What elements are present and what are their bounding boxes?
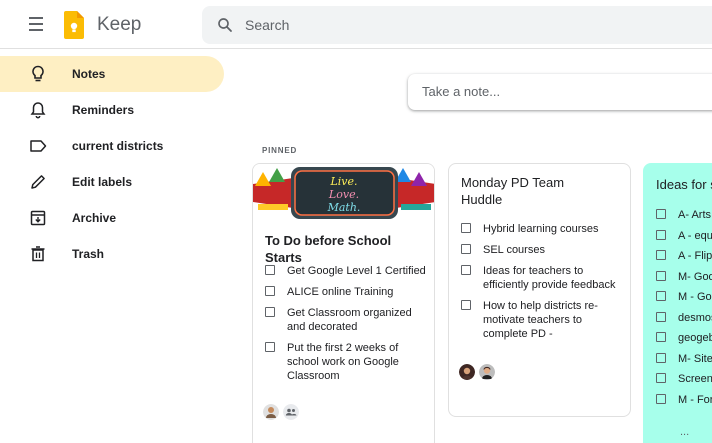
list-item: A - equ	[656, 229, 712, 243]
sidebar-item-trash[interactable]: Trash	[0, 236, 224, 272]
list-item: M - For	[656, 393, 712, 407]
note-title: To Do before School Starts	[265, 233, 392, 265]
search-input[interactable]	[245, 15, 685, 35]
checkbox[interactable]	[656, 270, 666, 281]
keep-logo-icon[interactable]	[64, 11, 84, 39]
app-title[interactable]: Keep	[97, 14, 141, 36]
banner-word: Live.	[329, 175, 357, 188]
checkbox[interactable]	[265, 307, 275, 317]
list-item: A - Flip	[656, 249, 712, 263]
take-note-bar[interactable]	[408, 74, 712, 110]
take-note-input[interactable]	[422, 84, 702, 99]
checkbox[interactable]	[656, 209, 666, 219]
checkbox[interactable]	[656, 311, 666, 322]
note-checklist: A- Arts A - equ A - Flip M- Goo M - Goo …	[656, 208, 712, 413]
list-item: Ideas for teachers to efficiently provid…	[461, 264, 629, 292]
note-title: Ideas for s	[656, 177, 712, 192]
lightbulb-icon	[32, 65, 44, 82]
sidebar-item-current-districts[interactable]: current districts	[0, 128, 224, 164]
list-item: Screenc	[656, 372, 712, 386]
list-item: Put the first 2 weeks of school work on …	[265, 341, 433, 383]
avatar[interactable]	[263, 404, 279, 420]
banner-word: Love.	[328, 188, 359, 201]
list-item: M- Goo	[656, 270, 712, 284]
checkbox[interactable]	[656, 229, 666, 240]
sidebar-item-archive[interactable]: Archive	[0, 200, 224, 236]
note-title: Monday PD Team Huddle	[461, 175, 565, 207]
sidebar-item-label: Edit labels	[72, 175, 133, 189]
bell-icon	[30, 102, 46, 119]
checkbox[interactable]	[656, 250, 666, 260]
note-card[interactable]: Monday PD Team Huddle Hybrid learning co…	[448, 163, 631, 417]
collaborators	[459, 364, 495, 380]
sidebar-item-label: Reminders	[72, 103, 135, 117]
note-checklist: Get Google Level 1 Certified ALICE onlin…	[265, 264, 433, 390]
list-item: How to help districts re-motivate teache…	[461, 299, 629, 341]
list-item: desmos	[656, 311, 712, 325]
note-card[interactable]: Live. Love. Math. To Do before School St…	[252, 163, 435, 443]
checkbox[interactable]	[265, 265, 275, 275]
list-item: Get Google Level 1 Certified	[265, 264, 433, 278]
banner-word: Math.	[327, 201, 361, 214]
checkbox[interactable]	[656, 373, 666, 383]
label-icon	[30, 140, 47, 152]
hamburger-icon	[29, 17, 43, 19]
live-love-math-banner-image: Live. Love. Math.	[253, 164, 434, 222]
trash-icon	[31, 246, 45, 262]
sidebar-item-label: Trash	[72, 247, 105, 261]
sidebar-item-notes[interactable]: Notes	[0, 56, 224, 92]
sidebar-item-edit-labels[interactable]: Edit labels	[0, 164, 224, 200]
sidebar-item-label: Archive	[72, 211, 117, 225]
sidebar-item-label: Notes	[72, 67, 106, 81]
checkbox[interactable]	[461, 300, 471, 310]
people-icon[interactable]	[283, 404, 299, 420]
checkbox[interactable]	[461, 223, 471, 233]
checkbox[interactable]	[265, 342, 275, 352]
checkbox[interactable]	[656, 332, 666, 342]
list-item: geogeb	[656, 331, 712, 345]
pencil-icon	[31, 175, 45, 189]
note-card[interactable]: Ideas for s A- Arts A - equ A - Flip M- …	[643, 163, 712, 443]
list-item: ALICE online Training	[265, 285, 433, 299]
list-item: Get Classroom organized and decorated	[265, 306, 433, 334]
avatar[interactable]	[459, 364, 475, 380]
checkbox[interactable]	[461, 265, 471, 275]
checkbox[interactable]	[656, 291, 666, 301]
list-item: M - Goo	[656, 290, 712, 304]
top-bar: Keep	[0, 0, 712, 49]
keep-app: Keep Notes Reminders	[0, 0, 712, 443]
sidebar-item-label: current districts	[72, 139, 164, 153]
list-item: Hybrid learning courses	[461, 222, 629, 236]
collaborators	[263, 404, 299, 420]
avatar[interactable]	[479, 364, 495, 380]
archive-icon	[30, 210, 46, 226]
main-menu-button[interactable]	[26, 14, 48, 34]
checkbox[interactable]	[656, 352, 666, 363]
list-item: SEL courses	[461, 243, 629, 257]
sidebar-item-reminders[interactable]: Reminders	[0, 92, 224, 128]
list-item: A- Arts	[656, 208, 712, 222]
sidebar: Notes Reminders current districts Edit l…	[0, 56, 224, 272]
checkbox[interactable]	[461, 244, 471, 254]
search-icon[interactable]	[216, 16, 234, 34]
more-items-indicator: ...	[680, 426, 690, 438]
list-item: M- Site	[656, 352, 712, 366]
checkbox[interactable]	[656, 393, 666, 404]
checkbox[interactable]	[265, 286, 275, 296]
pinned-section-label: PINNED	[262, 146, 298, 155]
note-checklist: Hybrid learning courses SEL courses Idea…	[461, 222, 629, 348]
search-bar[interactable]	[202, 6, 712, 44]
